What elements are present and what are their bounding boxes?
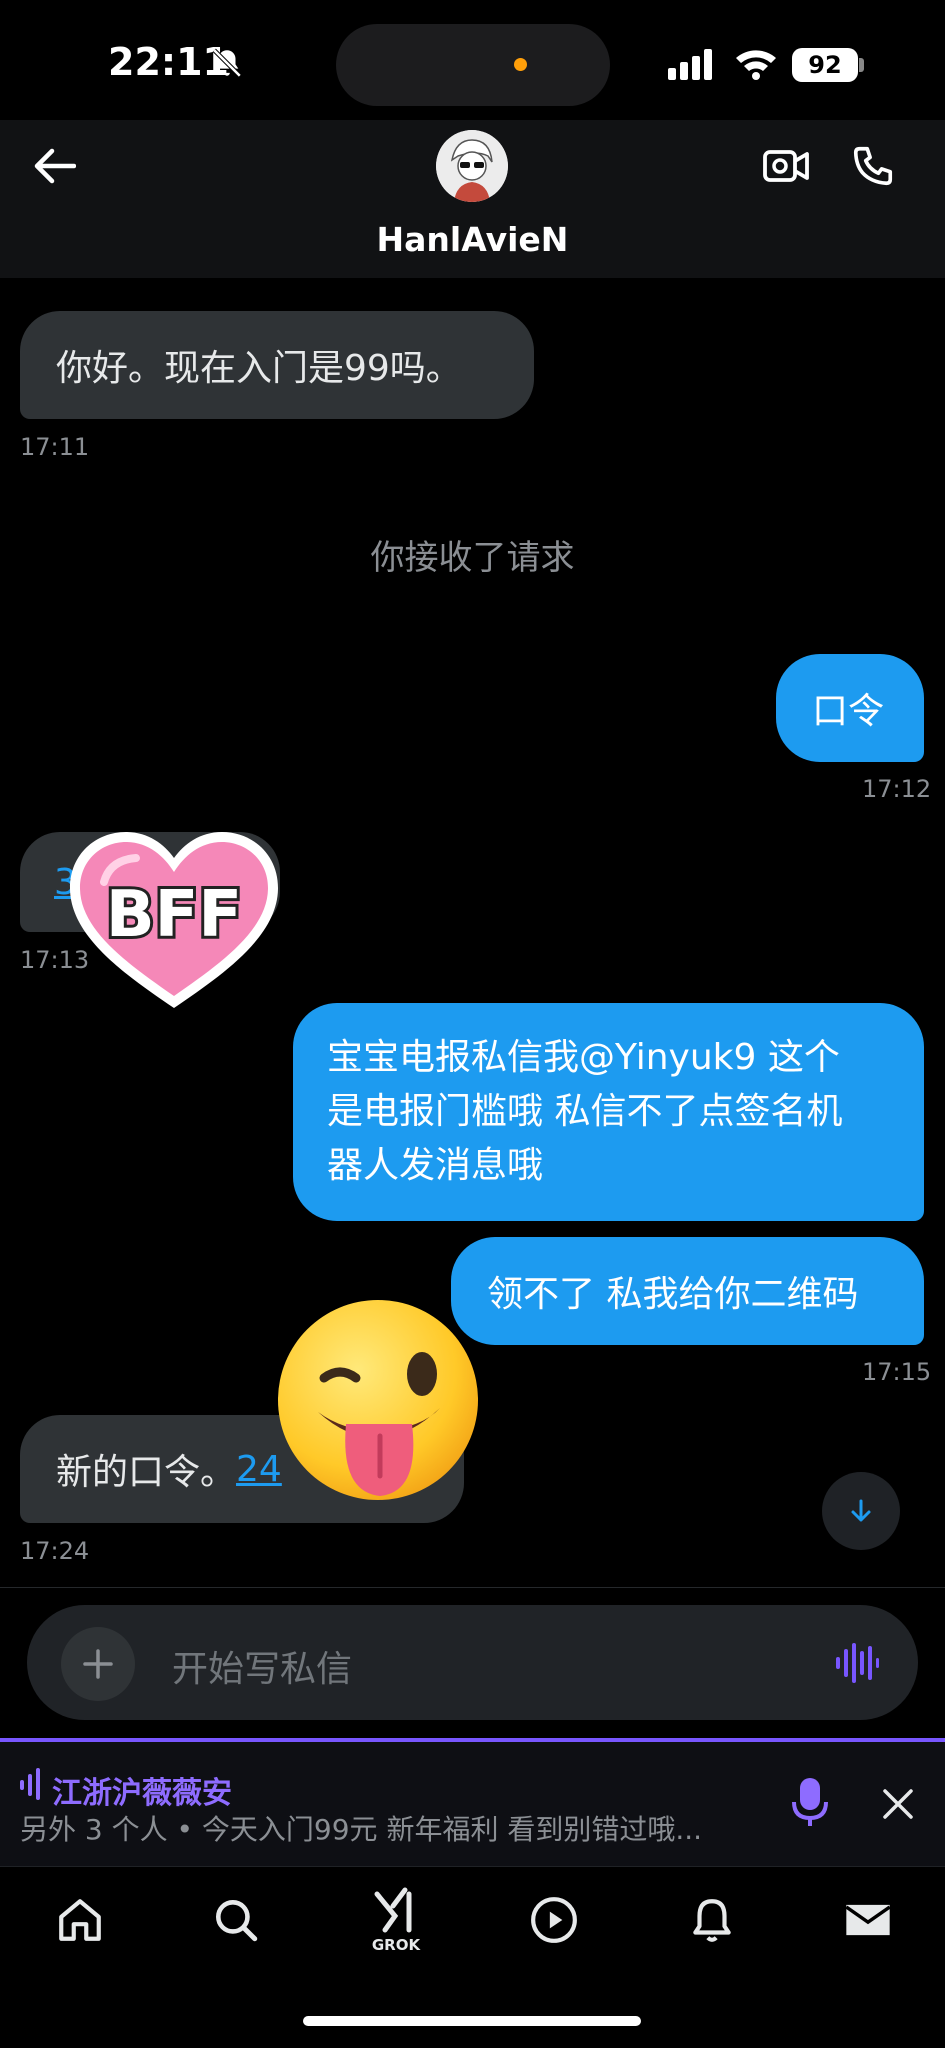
grok-logo-icon xyxy=(374,1887,412,1933)
wifi-icon xyxy=(736,50,776,80)
message-input[interactable]: 开始写私信 xyxy=(172,1640,352,1692)
sticker-text: BFF xyxy=(106,878,242,952)
tab-messages[interactable] xyxy=(838,1890,898,1950)
message-text: 领不了 私我给你二维码 xyxy=(487,1274,859,1315)
message-timestamp: 17:24 xyxy=(20,1537,90,1565)
tab-grok[interactable]: GROK xyxy=(366,1880,426,1960)
microphone-icon[interactable] xyxy=(790,1778,830,1828)
video-call-icon[interactable] xyxy=(763,146,809,186)
cellular-signal-icon xyxy=(668,49,712,80)
avatar[interactable] xyxy=(436,130,508,202)
voice-message-icon[interactable] xyxy=(834,1640,880,1686)
space-subtitle: 另外 3 个人 • 今天入门99元 新年福利 看到别错过哦... xyxy=(20,1813,703,1846)
battery-tip xyxy=(859,58,864,72)
message-timestamp: 17:11 xyxy=(20,433,90,461)
phone-call-icon[interactable] xyxy=(850,143,896,189)
message-text: 口令 xyxy=(812,691,885,732)
dynamic-island xyxy=(336,24,610,106)
message-outgoing[interactable]: 领不了 私我给你二维码 xyxy=(451,1237,924,1345)
tab-video[interactable] xyxy=(524,1890,584,1950)
silent-bell-icon xyxy=(212,48,242,78)
close-icon[interactable] xyxy=(882,1788,914,1820)
battery-level: 92 xyxy=(792,48,858,82)
space-title[interactable]: 江浙沪薇薇安 xyxy=(52,1768,232,1812)
message-composer[interactable] xyxy=(27,1605,918,1720)
composer-divider xyxy=(0,1587,945,1588)
message-timestamp: 17:12 xyxy=(862,775,932,803)
home-indicator xyxy=(303,2016,641,2026)
message-outgoing[interactable]: 宝宝电报私信我@Yinyuk9 这个 是电报门槛哦 私信不了点签名机 器人发消息… xyxy=(293,1003,924,1221)
message-outgoing[interactable]: 口令 xyxy=(776,654,924,762)
bell-icon xyxy=(693,1899,731,1942)
grok-label: GROK xyxy=(371,1936,421,1954)
tab-notifications[interactable] xyxy=(682,1890,742,1950)
scroll-to-bottom-button[interactable] xyxy=(822,1472,900,1550)
winking-tongue-emoji-sticker[interactable] xyxy=(272,1296,484,1512)
plus-icon xyxy=(83,1649,113,1679)
system-notice: 你接收了请求 xyxy=(370,538,575,578)
message-text-line: 是电报门槛哦 私信不了点签名机 xyxy=(327,1091,843,1132)
back-arrow-icon[interactable] xyxy=(32,146,76,186)
bff-heart-sticker[interactable]: BFF xyxy=(64,826,284,1016)
message-text: 新的口令。 xyxy=(56,1452,237,1493)
message-timestamp: 17:15 xyxy=(862,1358,932,1386)
arrow-down-icon xyxy=(851,1499,871,1522)
home-icon xyxy=(59,1899,101,1941)
tab-search[interactable] xyxy=(206,1890,266,1950)
conversation-title[interactable]: HanlAvieN xyxy=(0,220,945,259)
message-text: 你好。现在入门是99吗。 xyxy=(56,348,462,389)
tab-home[interactable] xyxy=(50,1890,110,1950)
search-icon xyxy=(216,1900,258,1942)
message-text-line: 宝宝电报私信我@Yinyuk9 这个 xyxy=(327,1037,840,1078)
add-attachment-button[interactable] xyxy=(61,1627,135,1701)
message-incoming[interactable]: 你好。现在入门是99吗。 xyxy=(20,311,534,419)
play-circle-icon xyxy=(531,1897,577,1943)
message-text-line: 器人发消息哦 xyxy=(327,1145,544,1186)
envelope-icon xyxy=(845,1904,891,1936)
audio-bars-icon xyxy=(20,1768,40,1800)
privacy-indicator xyxy=(514,58,527,71)
